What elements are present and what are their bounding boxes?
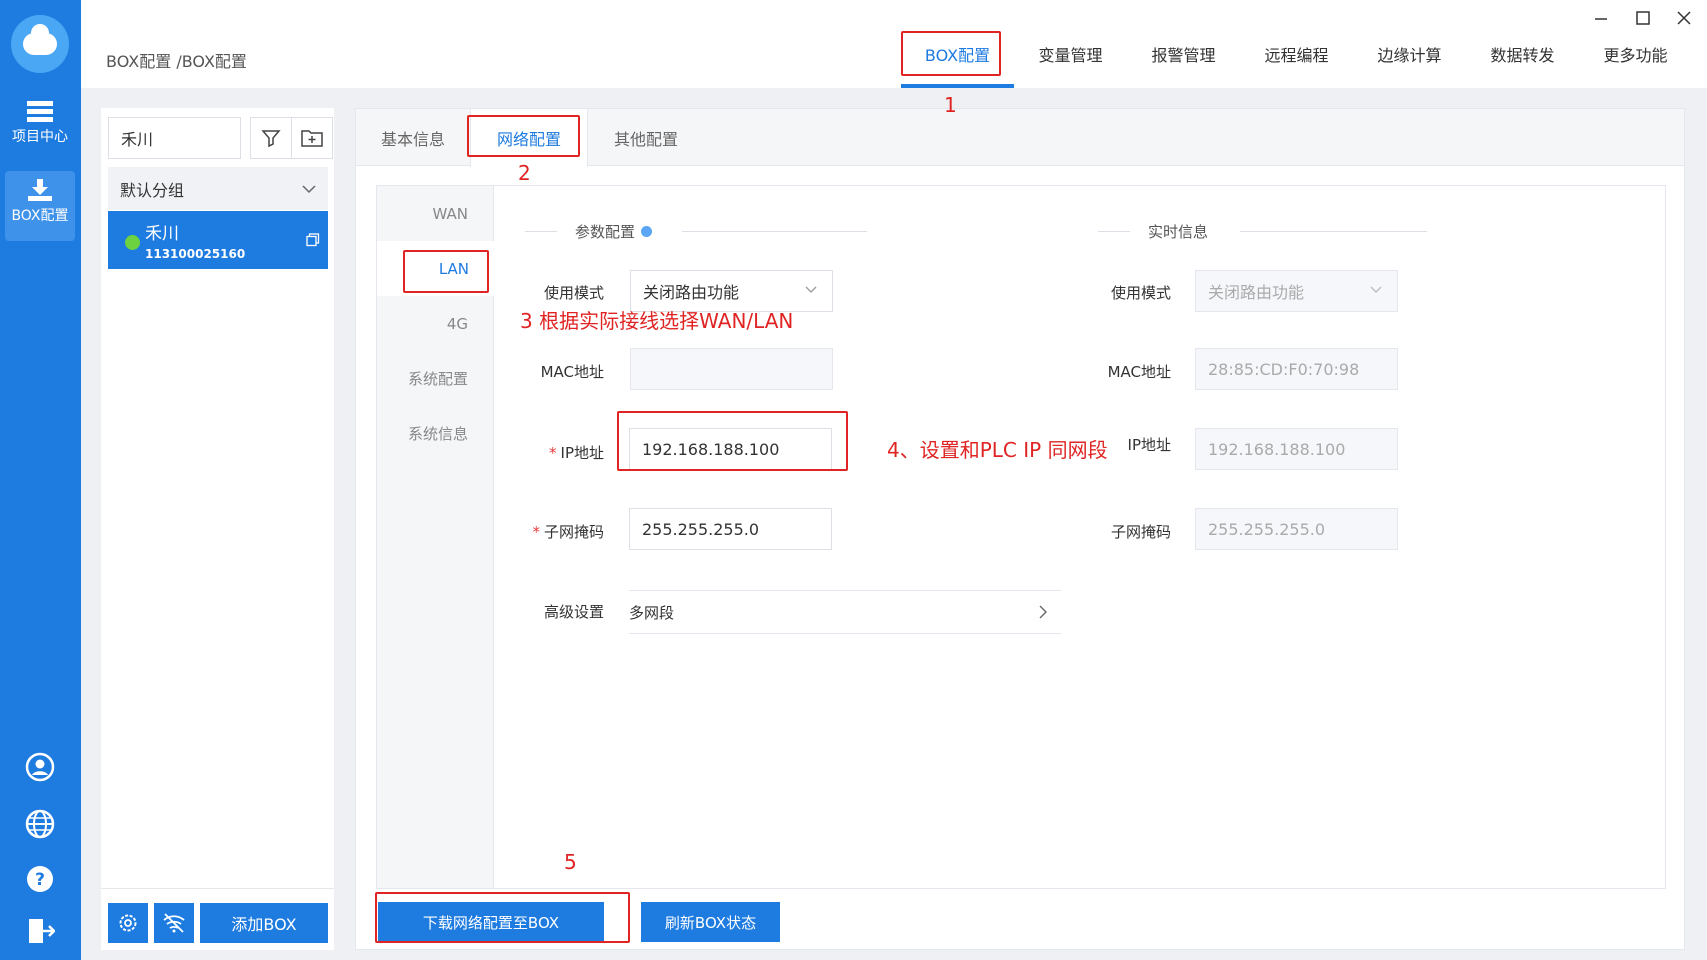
side-tab-wan[interactable]: WAN: [377, 186, 494, 241]
group-default[interactable]: 默认分组: [108, 167, 328, 210]
annotation-box-4: [617, 411, 848, 471]
chevron-down-icon: [805, 286, 817, 293]
close-icon[interactable]: [1672, 8, 1696, 28]
realtime-section-title: 实时信息: [1148, 223, 1209, 241]
main-panel: 基本信息 网络配置 其他配置 WAN LAN 4G 系统配置 系统信息 参数配置…: [355, 108, 1685, 950]
advanced-value: 多网段: [629, 603, 675, 622]
mask-label: * 子网掩码: [532, 523, 604, 541]
annotation-box-5: [375, 892, 630, 943]
logout-icon[interactable]: [24, 915, 56, 947]
rt-mode-label: 使用模式: [1110, 284, 1171, 302]
copy-icon[interactable]: [306, 233, 320, 247]
rt-mode-select: 关闭路由功能: [1195, 270, 1398, 312]
group-label: 默认分组: [120, 180, 185, 200]
user-icon[interactable]: [24, 751, 56, 783]
divider: [525, 231, 557, 232]
breadcrumb: BOX配置 /BOX配置: [106, 52, 247, 71]
mac-label: MAC地址: [540, 363, 604, 381]
minimize-icon[interactable]: [1589, 8, 1613, 28]
filter-icon: [261, 130, 281, 148]
left-rail: 项目中心 BOX配置 ?: [0, 0, 81, 960]
mask-label-text: 子网掩码: [543, 523, 604, 541]
divider: [682, 231, 867, 232]
maximize-icon[interactable]: [1631, 8, 1655, 28]
annotation-label-2: 2: [518, 161, 531, 185]
chevron-right-icon: [1039, 605, 1047, 619]
chevron-down-icon: [302, 184, 316, 193]
rt-mac-field: 28:85:CD:F0:70:98: [1195, 348, 1398, 390]
mode-label: 使用模式: [543, 284, 604, 302]
tab-data-forwarding[interactable]: 数据转发: [1466, 0, 1579, 88]
wifi-off-icon: [163, 913, 185, 933]
divider: [101, 888, 334, 889]
help-icon[interactable]: ?: [24, 863, 56, 895]
side-tab-system-info[interactable]: 系统信息: [377, 406, 494, 461]
add-folder-icon: [301, 130, 323, 147]
device-serial: 113100025160: [145, 247, 246, 261]
advanced-multi-segment-row[interactable]: 多网段: [629, 590, 1061, 634]
top-nav: BOX配置 变量管理 报警管理 远程编程 边缘计算 数据转发 更多功能: [901, 0, 1692, 88]
device-list-panel: 默认分组 禾川 113100025160 添加BOX: [101, 108, 334, 950]
top-header: BOX配置 /BOX配置 BOX配置 变量管理 报警管理 远程编程 边缘计算 数…: [81, 0, 1707, 88]
chevron-down-icon: [1370, 286, 1382, 293]
rail-item-project-center[interactable]: 项目中心: [5, 92, 75, 162]
annotation-label-3: 3 根据实际接线选择WAN/LAN: [520, 309, 794, 333]
rail-item-label: 项目中心: [12, 129, 68, 145]
device-name: 禾川: [145, 224, 179, 244]
mac-field: [630, 348, 833, 390]
rt-mode-value: 关闭路由功能: [1208, 283, 1305, 302]
tab-edge-computing[interactable]: 边缘计算: [1353, 0, 1466, 88]
mask-input[interactable]: 255.255.255.0: [629, 508, 832, 550]
divider: [1098, 231, 1130, 232]
rail-item-box-config[interactable]: BOX配置: [5, 171, 75, 241]
filter-button[interactable]: [250, 117, 292, 159]
ip-label: * IP地址: [549, 444, 604, 462]
download-icon: [28, 179, 52, 201]
param-section-title: 参数配置: [575, 221, 653, 242]
list-icon: [27, 101, 53, 122]
annotation-box-1: [901, 31, 1001, 76]
divider: [1240, 231, 1427, 232]
device-search-input[interactable]: [108, 117, 241, 159]
tab-alarm-management[interactable]: 报警管理: [1127, 0, 1240, 88]
tab-variable-management[interactable]: 变量管理: [1014, 0, 1127, 88]
rail-item-label: BOX配置: [11, 208, 69, 224]
annotation-box-2: [467, 115, 580, 157]
globe-icon[interactable]: [24, 808, 56, 840]
rt-mask-label: 子网掩码: [1110, 523, 1171, 541]
info-dot: [641, 226, 653, 237]
side-tab-4g[interactable]: 4G: [377, 296, 494, 351]
rt-mask-field: 255.255.255.0: [1195, 508, 1398, 550]
side-tab-system-config[interactable]: 系统配置: [377, 351, 494, 406]
svg-text:?: ?: [35, 870, 45, 890]
device-item[interactable]: 禾川 113100025160: [108, 211, 328, 269]
gear-icon: [119, 914, 137, 932]
tab-remote-programming[interactable]: 远程编程: [1240, 0, 1353, 88]
annotation-label-5: 5: [564, 850, 577, 874]
rt-mac-label: MAC地址: [1107, 363, 1171, 381]
add-folder-button[interactable]: [291, 117, 333, 159]
network-off-button[interactable]: [154, 903, 194, 943]
param-section-label: 参数配置: [575, 223, 636, 241]
network-config-content: WAN LAN 4G 系统配置 系统信息 参数配置 实时信息 使用模式 关闭路由…: [376, 185, 1666, 889]
tab-other-config[interactable]: 其他配置: [588, 109, 704, 166]
settings-button[interactable]: [108, 903, 148, 943]
app-logo: [11, 15, 69, 73]
ip-label-text: IP地址: [560, 444, 604, 462]
add-box-button[interactable]: 添加BOX: [200, 903, 328, 943]
online-status-dot: [125, 235, 140, 250]
mode-value: 关闭路由功能: [643, 283, 740, 302]
annotation-label-4: 4、设置和PLC IP 同网段: [887, 438, 1108, 462]
rt-ip-field: 192.168.188.100: [1195, 428, 1398, 470]
tab-basic-info[interactable]: 基本信息: [356, 109, 470, 166]
annotation-box-3: [403, 250, 489, 293]
annotation-label-1: 1: [944, 93, 957, 117]
advanced-label: 高级设置: [543, 603, 604, 621]
refresh-status-button[interactable]: 刷新BOX状态: [641, 902, 780, 942]
